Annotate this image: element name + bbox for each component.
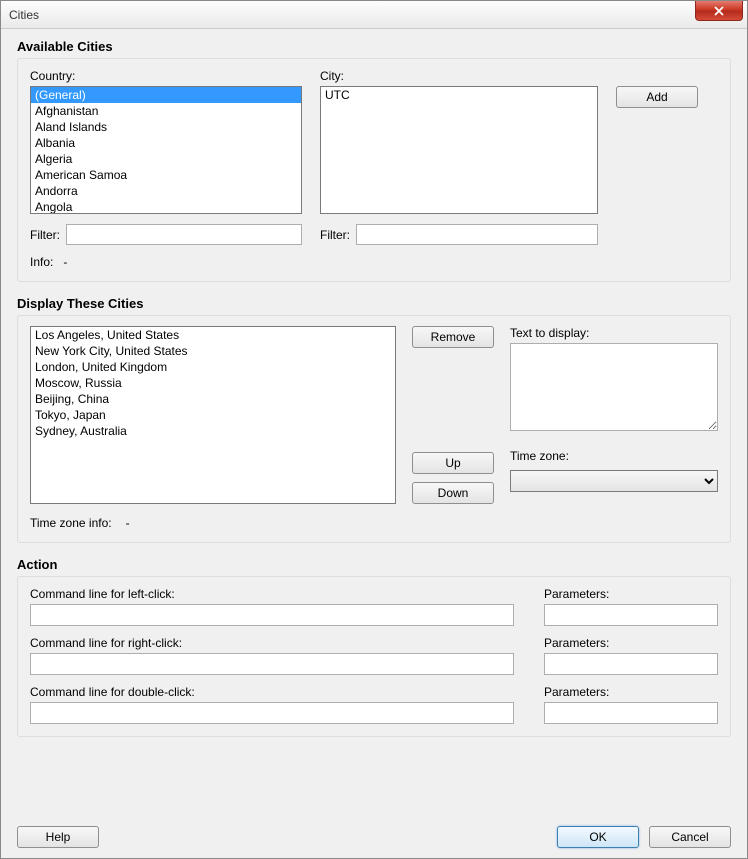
- timezone-label: Time zone:: [510, 449, 718, 463]
- double-click-input[interactable]: [30, 702, 514, 724]
- add-button[interactable]: Add: [616, 86, 698, 108]
- country-item[interactable]: Algeria: [31, 151, 301, 167]
- display-cities-title: Display These Cities: [17, 296, 731, 311]
- country-item[interactable]: (General): [31, 87, 301, 103]
- text-to-display-input[interactable]: [510, 343, 718, 431]
- country-listbox[interactable]: (General)AfghanistanAland IslandsAlbania…: [30, 86, 302, 214]
- country-item[interactable]: Afghanistan: [31, 103, 301, 119]
- window-title: Cities: [9, 8, 39, 22]
- down-button[interactable]: Down: [412, 482, 494, 504]
- available-cities-title: Available Cities: [17, 39, 731, 54]
- country-item[interactable]: Angola: [31, 199, 301, 214]
- timezone-select[interactable]: [510, 470, 718, 492]
- display-item[interactable]: Los Angeles, United States: [31, 327, 395, 343]
- right-click-params-input[interactable]: [544, 653, 718, 675]
- help-button[interactable]: Help: [17, 826, 99, 848]
- country-item[interactable]: Aland Islands: [31, 119, 301, 135]
- action-group: Command line for left-click: Parameters:…: [17, 576, 731, 737]
- display-item[interactable]: New York City, United States: [31, 343, 395, 359]
- country-item[interactable]: Andorra: [31, 183, 301, 199]
- city-label: City:: [320, 69, 598, 83]
- filter-city-input[interactable]: [356, 224, 598, 245]
- close-button[interactable]: [695, 1, 743, 21]
- left-click-input[interactable]: [30, 604, 514, 626]
- left-click-params-label: Parameters:: [544, 587, 718, 601]
- display-listbox[interactable]: Los Angeles, United StatesNew York City,…: [30, 326, 396, 504]
- right-click-label: Command line for right-click:: [30, 636, 514, 650]
- filter-country-label: Filter:: [30, 228, 60, 242]
- right-click-input[interactable]: [30, 653, 514, 675]
- text-to-display-label: Text to display:: [510, 326, 718, 340]
- tz-info-label: Time zone info:: [30, 516, 112, 530]
- info-label: Info:: [30, 255, 53, 269]
- filter-city-label: Filter:: [320, 228, 350, 242]
- filter-country-input[interactable]: [66, 224, 302, 245]
- left-click-label: Command line for left-click:: [30, 587, 514, 601]
- ok-button[interactable]: OK: [557, 826, 639, 848]
- tz-info-value: -: [126, 516, 130, 530]
- double-click-params-label: Parameters:: [544, 685, 718, 699]
- city-listbox[interactable]: UTC: [320, 86, 598, 214]
- country-item[interactable]: American Samoa: [31, 167, 301, 183]
- action-title: Action: [17, 557, 731, 572]
- available-cities-group: Country: (General)AfghanistanAland Islan…: [17, 58, 731, 282]
- country-item[interactable]: Albania: [31, 135, 301, 151]
- info-value: -: [63, 255, 67, 269]
- double-click-label: Command line for double-click:: [30, 685, 514, 699]
- display-cities-group: Los Angeles, United StatesNew York City,…: [17, 315, 731, 543]
- left-click-params-input[interactable]: [544, 604, 718, 626]
- up-button[interactable]: Up: [412, 452, 494, 474]
- right-click-params-label: Parameters:: [544, 636, 718, 650]
- close-icon: [714, 6, 724, 16]
- display-item[interactable]: London, United Kingdom: [31, 359, 395, 375]
- country-label: Country:: [30, 69, 302, 83]
- display-item[interactable]: Sydney, Australia: [31, 423, 395, 439]
- remove-button[interactable]: Remove: [412, 326, 494, 348]
- display-item[interactable]: Tokyo, Japan: [31, 407, 395, 423]
- cancel-button[interactable]: Cancel: [649, 826, 731, 848]
- window-titlebar: Cities: [1, 1, 747, 29]
- city-item[interactable]: UTC: [321, 87, 597, 103]
- display-item[interactable]: Beijing, China: [31, 391, 395, 407]
- double-click-params-input[interactable]: [544, 702, 718, 724]
- display-item[interactable]: Moscow, Russia: [31, 375, 395, 391]
